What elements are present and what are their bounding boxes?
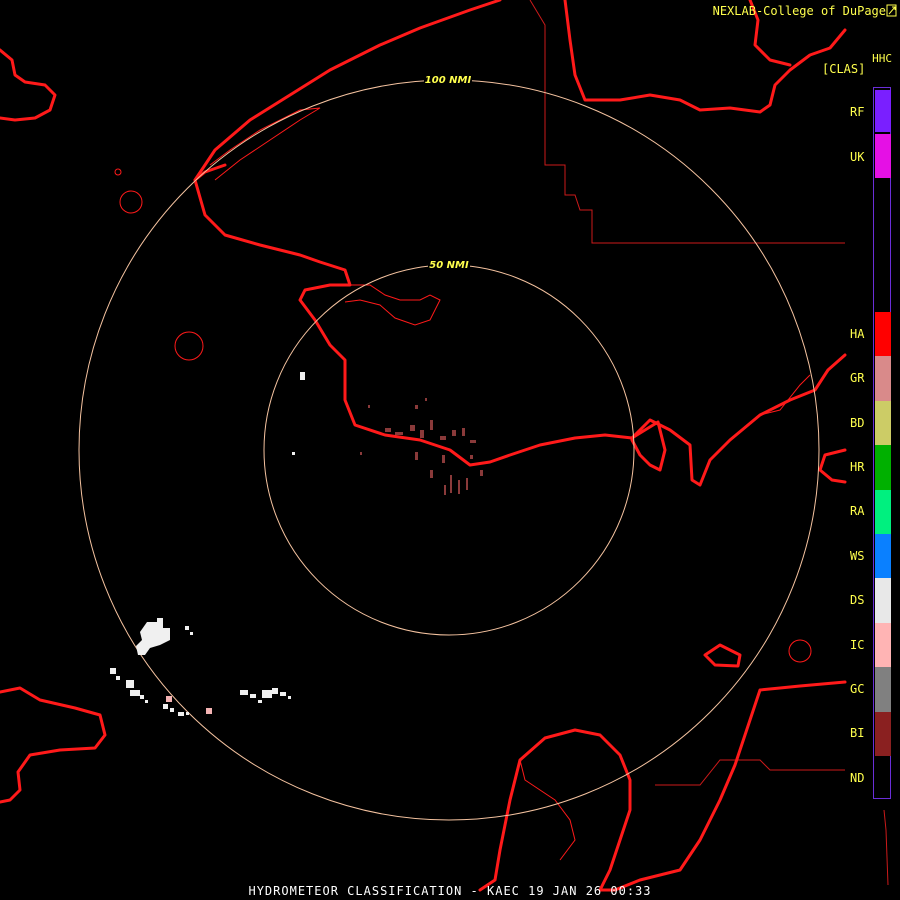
- product-code: HHC: [872, 52, 892, 65]
- coastline-southwest: [0, 686, 107, 804]
- legend-swatch-ds: [875, 578, 891, 623]
- legend-swatch-ws: [875, 534, 891, 578]
- legend-swatch-rf: [875, 90, 891, 132]
- legend-label-rf: RF: [850, 105, 865, 119]
- legend-label-nd: ND: [850, 771, 865, 785]
- legend-swatch-bd: [875, 401, 891, 445]
- legend-label-ws: WS: [850, 549, 865, 563]
- lower-coast-detail: [519, 759, 576, 861]
- legend-swatch-gc: [875, 667, 891, 712]
- legend-label-hr: HR: [850, 460, 865, 474]
- credit-text: NEXLAB-College of DuPage: [712, 4, 886, 18]
- legend-swatch-hr: [875, 445, 891, 490]
- legend-label-ds: DS: [850, 593, 865, 607]
- legend-swatch-ha: [875, 312, 891, 356]
- lake-southeast: [788, 639, 812, 663]
- legend-label-uk: UK: [850, 150, 865, 164]
- radar-map: 100 NMI 50 NMI: [0, 0, 897, 892]
- echo-blob-main: [136, 618, 170, 655]
- coastline-peninsula-east: [630, 420, 667, 472]
- legend-label-ic: IC: [850, 638, 865, 652]
- coastlines: [0, 0, 847, 892]
- legend-label-bd: BD: [850, 416, 865, 430]
- coastline-east-islet: [818, 448, 847, 484]
- coast-detail: [209, 107, 811, 861]
- legend-swatch-ra: [875, 490, 891, 534]
- lake-northwest: [119, 190, 143, 214]
- range-ring-100-label: 100 NMI: [425, 75, 472, 86]
- legend-label-ra: RA: [850, 504, 865, 518]
- border-line-southeast: [655, 759, 845, 786]
- legend-swatch-gr: [875, 356, 891, 401]
- border-line-north: [529, 0, 845, 244]
- echo-cluster-southwest: [110, 618, 291, 716]
- legend-swatch-uk: [875, 134, 891, 178]
- border-line-east-edge: [883, 809, 889, 886]
- unit-label: [CLAS]: [822, 62, 866, 76]
- legend-label-gr: GR: [850, 371, 865, 385]
- lake-west: [174, 331, 204, 361]
- range-ring-50-label: 50 NMI: [429, 260, 469, 271]
- inner-bay-shore: [344, 284, 441, 326]
- legend-label-gc: GC: [850, 682, 865, 696]
- legend-label-ha: HA: [850, 327, 865, 341]
- coastline-southeast-islet: [703, 643, 742, 668]
- echo-isolated: [292, 372, 305, 455]
- echo-cluster-center: [360, 398, 483, 495]
- nexlab-logo-icon: [886, 4, 897, 17]
- radar-echoes: [110, 372, 483, 716]
- color-legend: [873, 87, 891, 799]
- border-lines: [529, 0, 889, 886]
- legend-label-bi: BI: [850, 726, 865, 740]
- legend-swatch-ic: [875, 623, 891, 667]
- coastline-west-island: [0, 48, 57, 122]
- product-footer-title: HYDROMETEOR CLASSIFICATION - KAEC 19 JAN…: [248, 884, 652, 898]
- legend-swatch-bi: [875, 712, 891, 756]
- upper-inner-shore: [209, 107, 321, 181]
- islet-north: [114, 168, 122, 176]
